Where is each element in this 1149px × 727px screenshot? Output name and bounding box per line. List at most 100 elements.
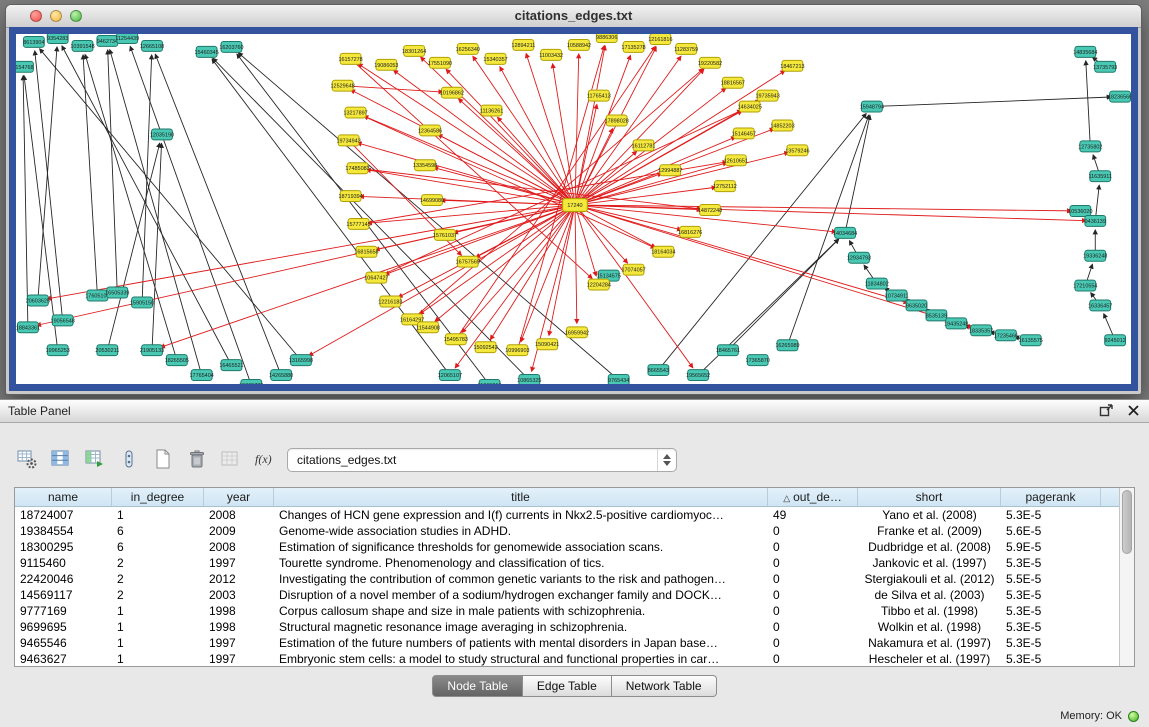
graph-node[interactable]: 18816567 xyxy=(721,77,745,88)
table-settings-button[interactable] xyxy=(14,446,40,472)
graph-node[interactable]: 18465761 xyxy=(716,345,740,356)
scrollbar-thumb[interactable] xyxy=(1122,490,1132,554)
column-header-name[interactable]: name xyxy=(15,488,112,506)
graph-node[interactable]: 19435248 xyxy=(944,318,968,329)
graph-node[interactable]: 12665108 xyxy=(140,40,164,51)
graph-node[interactable]: 12529648 xyxy=(331,80,355,91)
graph-node[interactable]: 10734911 xyxy=(885,290,909,301)
graph-node[interactable]: 16203760 xyxy=(219,41,243,52)
graph-node[interactable]: 11544908 xyxy=(416,322,440,333)
graph-node[interactable]: 20603625 xyxy=(26,295,50,306)
graph-node[interactable]: 12204284 xyxy=(587,279,611,290)
graph-node[interactable]: 19220582 xyxy=(698,57,722,68)
table-row[interactable]: 946362711997Embryonic stem cells: a mode… xyxy=(15,651,1119,666)
graph-node[interactable]: 15365779 xyxy=(239,380,263,384)
graph-node[interactable]: 18335357 xyxy=(969,325,993,336)
graph-node[interactable]: 10536020 xyxy=(1068,206,1092,217)
column-header-out-degree[interactable]: △out_de… xyxy=(768,488,858,506)
graph-node[interactable]: 16336457 xyxy=(1088,300,1112,311)
graph-node[interactable]: 10647427 xyxy=(364,272,388,283)
graph-node[interactable]: 9154768 xyxy=(16,61,34,72)
graph-node[interactable]: 16465521 xyxy=(219,360,243,371)
table-selector-combo[interactable]: citations_edges.txt xyxy=(287,448,677,472)
graph-node[interactable]: 9765434 xyxy=(608,375,629,384)
column-header-pagerank[interactable]: pagerank xyxy=(1001,488,1101,506)
graph-node[interactable]: 15495783 xyxy=(444,334,468,345)
graph-node[interactable]: 8613904 xyxy=(23,36,44,47)
graph-node[interactable]: 14265880 xyxy=(269,370,293,381)
graph-node[interactable]: 16112781 xyxy=(632,140,656,151)
network-canvas[interactable]: 8613904935428310391548946273411254439126… xyxy=(16,34,1131,384)
graph-node[interactable]: 11136261 xyxy=(480,105,503,116)
window-titlebar[interactable]: citations_edges.txt xyxy=(6,5,1141,28)
graph-node[interactable]: 16157278 xyxy=(338,53,362,64)
graph-node[interactable]: 17765404 xyxy=(190,370,214,381)
graph-node[interactable]: 16256340 xyxy=(456,43,480,54)
function-builder-button[interactable]: f(x) xyxy=(252,446,278,472)
graph-node[interactable]: 12934793 xyxy=(847,252,871,263)
graph-node[interactable]: 9354283 xyxy=(47,34,68,43)
graph-node[interactable]: 12065107 xyxy=(438,370,462,381)
table-row[interactable]: 969969511998Structural magnetic resonanc… xyxy=(15,619,1119,635)
graph-node[interactable]: 19086053 xyxy=(374,59,398,70)
graph-node[interactable]: 17235466 xyxy=(994,330,1018,341)
graph-node[interactable]: 19735943 xyxy=(755,90,779,101)
graph-node[interactable]: 9635020 xyxy=(906,300,927,311)
close-panel-icon[interactable] xyxy=(1126,403,1141,418)
column-header-title[interactable]: title xyxy=(274,488,768,506)
graph-node[interactable]: 15092542 xyxy=(474,342,498,353)
table-row[interactable]: 2242004622012Investigating the contribut… xyxy=(15,571,1119,587)
graph-node[interactable]: 21905133 xyxy=(140,345,164,356)
graph-node[interactable]: 15146457 xyxy=(732,128,756,139)
graph-node[interactable]: 14699080 xyxy=(420,195,444,206)
graph-node[interactable]: 16505339 xyxy=(105,287,129,298)
graph-node[interactable]: 16135575 xyxy=(1019,335,1043,346)
graph-node[interactable]: 12035190 xyxy=(150,129,174,140)
graph-node[interactable]: 10196862 xyxy=(440,87,464,98)
show-columns-button[interactable] xyxy=(48,446,74,472)
table-row[interactable]: 1938455462009Genome-wide association stu… xyxy=(15,523,1119,539)
graph-node[interactable]: 12216183 xyxy=(378,296,402,307)
column-header-in-degree[interactable]: in_degree xyxy=(112,488,204,506)
graph-node[interactable]: 11965216 xyxy=(478,380,502,384)
graph-node[interactable]: 11283759 xyxy=(674,43,698,54)
graph-node[interactable]: 11765413 xyxy=(587,90,611,101)
graph-node[interactable]: 11635911 xyxy=(1089,171,1112,182)
graph-node[interactable]: 18301264 xyxy=(402,45,426,56)
graph-node[interactable]: 10865325 xyxy=(517,375,541,384)
graph-node[interactable]: 19336248 xyxy=(1083,250,1107,261)
table-row[interactable]: 946554611997Estimation of the future num… xyxy=(15,635,1119,651)
tab-edge-table[interactable]: Edge Table xyxy=(523,675,612,697)
graph-node[interactable]: 10588942 xyxy=(567,39,591,50)
graph-node[interactable]: 14034684 xyxy=(833,227,857,238)
graph-node[interactable]: 10996903 xyxy=(505,345,529,356)
graph-node[interactable]: 8665543 xyxy=(648,365,669,376)
graph-node[interactable]: 13354598 xyxy=(413,160,437,171)
graph-node[interactable]: 19965253 xyxy=(46,345,70,356)
graph-node[interactable]: 17240 xyxy=(563,199,588,212)
graph-node[interactable]: 10391548 xyxy=(70,40,94,51)
graph-node[interactable]: 9436139 xyxy=(1085,215,1106,226)
graph-node[interactable]: 18164034 xyxy=(651,246,675,257)
minimize-window-icon[interactable] xyxy=(50,10,62,22)
graph-node[interactable]: 15340357 xyxy=(483,53,507,64)
graph-node[interactable]: 14634025 xyxy=(738,101,762,112)
table-row[interactable]: 977716911998Corpus callosum shape and si… xyxy=(15,603,1119,619)
graph-node[interactable]: 12735802 xyxy=(1078,141,1102,152)
graph-node[interactable]: 17135278 xyxy=(621,41,645,52)
delete-table-button[interactable] xyxy=(184,446,210,472)
graph-node[interactable]: 19734943 xyxy=(336,135,360,146)
graph-node[interactable]: 14852203 xyxy=(770,120,794,131)
graph-node[interactable]: 18236566 xyxy=(1108,91,1131,102)
graph-node[interactable]: 8535139 xyxy=(926,310,947,321)
graph-node[interactable]: 17551090 xyxy=(428,57,452,68)
zoom-window-icon[interactable] xyxy=(70,10,82,22)
graph-node[interactable]: 17485083 xyxy=(345,163,369,174)
graph-node[interactable]: 15777145 xyxy=(346,218,370,229)
graph-node[interactable]: 13165998 xyxy=(289,355,313,366)
graph-node[interactable]: 12894211 xyxy=(511,39,535,50)
tab-network-table[interactable]: Network Table xyxy=(612,675,717,697)
tab-node-table[interactable]: Node Table xyxy=(432,675,523,697)
column-header-short[interactable]: short xyxy=(858,488,1001,506)
float-panel-icon[interactable] xyxy=(1099,403,1114,418)
